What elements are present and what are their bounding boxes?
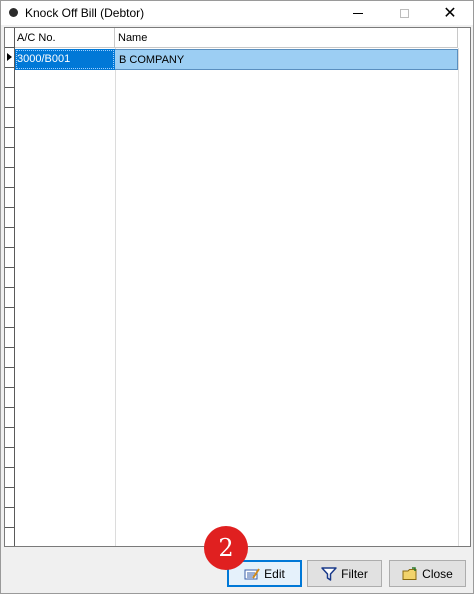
title-bar[interactable]: Knock Off Bill (Debtor) ✕ xyxy=(1,1,473,25)
step-badge: 2 xyxy=(204,526,248,570)
edit-button-label: Edit xyxy=(264,566,285,581)
row-indicator-cell xyxy=(5,248,15,268)
row-indicator-cell xyxy=(5,308,15,328)
row-indicator-cell xyxy=(5,468,15,488)
close-window-button[interactable]: ✕ xyxy=(427,1,473,25)
maximize-icon xyxy=(399,8,409,18)
row-indicator-cell xyxy=(5,328,15,348)
debtor-grid[interactable]: A/C No. Name 3000/B001 B COMPANY xyxy=(4,27,471,547)
row-indicator-cell xyxy=(5,348,15,368)
row-indicator-cell xyxy=(5,128,15,148)
filter-button[interactable]: Filter xyxy=(307,560,382,587)
row-indicator-cell xyxy=(5,528,15,546)
close-icon: ✕ xyxy=(443,3,457,22)
row-indicator-cell xyxy=(5,188,15,208)
row-indicator-cell xyxy=(5,288,15,308)
current-row-arrow-icon xyxy=(7,53,12,61)
row-indicator-cell xyxy=(5,228,15,248)
row-indicator-cell xyxy=(5,208,15,228)
column-header-name[interactable]: Name xyxy=(115,28,458,48)
row-indicator-column xyxy=(5,28,15,546)
column-divider xyxy=(115,48,116,546)
row-indicator-cell xyxy=(5,448,15,468)
edit-icon xyxy=(244,567,260,581)
table-row[interactable]: 3000/B001 B COMPANY xyxy=(15,49,458,70)
app-icon xyxy=(9,8,18,17)
row-indicator-cell xyxy=(5,368,15,388)
folder-close-icon xyxy=(402,566,418,581)
row-indicator-cell xyxy=(5,88,15,108)
row-indicator-cell xyxy=(5,508,15,528)
row-indicator-cell xyxy=(5,108,15,128)
row-indicator-cell xyxy=(5,488,15,508)
cell-acno[interactable]: 3000/B001 xyxy=(15,49,115,70)
row-indicator-cell xyxy=(5,388,15,408)
row-indicator-cell xyxy=(5,428,15,448)
column-header-acno[interactable]: A/C No. xyxy=(15,28,115,48)
window-title: Knock Off Bill (Debtor) xyxy=(25,6,145,20)
filter-button-label: Filter xyxy=(341,566,368,581)
minimize-icon xyxy=(353,12,363,14)
row-indicator-cell xyxy=(5,48,15,68)
row-indicator-cell xyxy=(5,268,15,288)
close-button-label: Close xyxy=(422,566,453,581)
row-indicator-cell xyxy=(5,168,15,188)
row-indicator-cell xyxy=(5,68,15,88)
cell-name[interactable]: B COMPANY xyxy=(115,49,458,70)
row-indicator-cell xyxy=(5,408,15,428)
funnel-icon xyxy=(321,566,337,581)
row-indicator-cell xyxy=(5,28,15,48)
column-divider xyxy=(458,48,459,546)
row-indicator-cell xyxy=(5,148,15,168)
maximize-button xyxy=(381,1,427,25)
minimize-button[interactable] xyxy=(335,1,381,25)
close-button[interactable]: Close xyxy=(389,560,466,587)
knock-off-bill-window: Knock Off Bill (Debtor) ✕ A/C No. Name 3… xyxy=(0,0,474,594)
